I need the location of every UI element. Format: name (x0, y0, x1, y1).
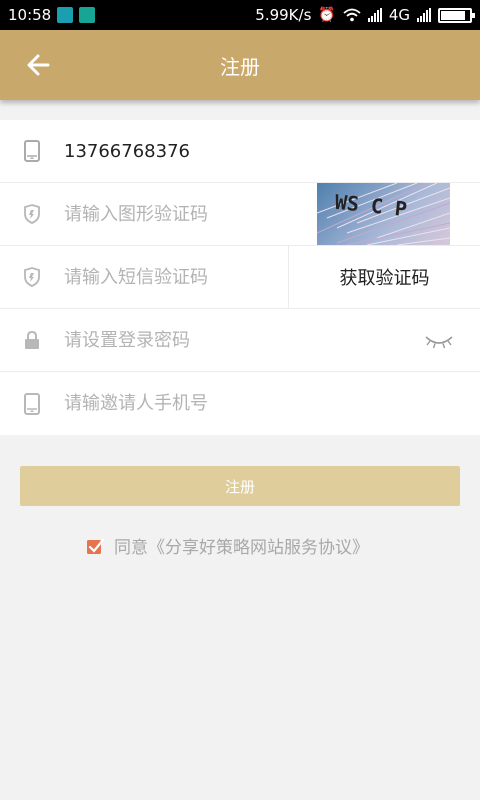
status-left: 10:58 (8, 6, 96, 24)
captcha-image[interactable]: WS C P (317, 183, 450, 245)
sms-code-row: 获取验证码 (0, 246, 480, 309)
signal-icon-2 (417, 8, 431, 22)
phone-icon (24, 140, 40, 162)
register-button[interactable]: 注册 (20, 466, 460, 506)
password-input[interactable] (64, 309, 480, 371)
status-time: 10:58 (8, 6, 52, 24)
row-icon (0, 120, 64, 182)
inviter-phone-row (0, 372, 480, 435)
phone-row (0, 120, 480, 183)
signal-icon (367, 8, 382, 22)
status-bar: 10:58 5.99K/s ⏰ 4G (0, 0, 480, 30)
battery-fill (441, 10, 465, 20)
phone-icon (24, 392, 40, 415)
row-icon (0, 309, 64, 371)
network-type: 4G (388, 6, 410, 24)
register-form: WS C P 获取验证码 (0, 120, 480, 435)
eye-closed-icon[interactable] (424, 329, 454, 351)
shield-icon (24, 204, 40, 224)
usb-icon (79, 7, 96, 23)
row-icon (0, 372, 64, 435)
image-code-row: WS C P (0, 183, 480, 246)
password-row (0, 309, 480, 372)
screenshot-icon (57, 7, 74, 23)
status-right: 5.99K/s ⏰ 4G (255, 6, 475, 24)
get-sms-code-button[interactable]: 获取验证码 (288, 246, 480, 308)
battery-icon (438, 7, 475, 23)
phone-input[interactable] (64, 120, 480, 182)
agreement: 同意《分享好策略网站服务协议》 (86, 533, 369, 558)
agreement-text[interactable]: 同意《分享好策略网站服务协议》 (114, 533, 369, 558)
shield-icon (24, 267, 40, 287)
captcha-text: WS C P (334, 190, 408, 221)
page-title: 注册 (220, 54, 260, 79)
row-icon (0, 246, 64, 308)
alarm-icon: ⏰ (318, 7, 336, 23)
lock-icon (25, 330, 39, 349)
arrow-left-icon[interactable] (22, 47, 56, 83)
wifi-icon (343, 8, 361, 22)
net-speed: 5.99K/s (255, 6, 312, 24)
checkbox-checked-icon[interactable] (86, 537, 104, 555)
inviter-phone-input[interactable] (64, 372, 480, 435)
app-bar: 注册 (0, 30, 480, 100)
row-icon (0, 183, 64, 245)
